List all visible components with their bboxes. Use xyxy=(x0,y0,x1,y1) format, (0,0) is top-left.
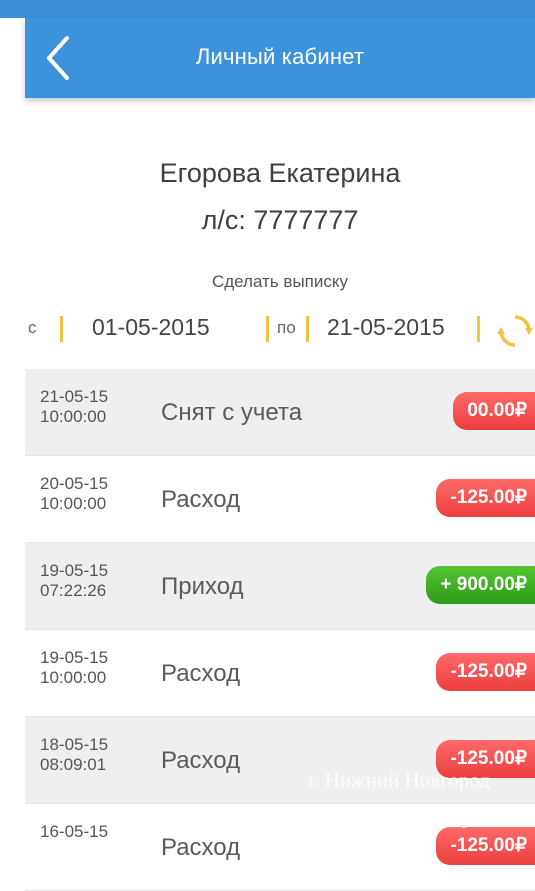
from-label: с xyxy=(28,318,37,337)
city-watermark: г. Нижний Новгород xyxy=(308,768,490,792)
engineering-watermark: инжерен xyxy=(420,808,490,829)
amount-badge: -125.00₽ xyxy=(436,827,535,865)
transaction-datetime: 21-05-15 10:00:00 xyxy=(40,387,108,427)
left-margin xyxy=(0,98,25,843)
divider xyxy=(266,316,269,342)
date-range: с 01-05-2015 по 21-05-2015 xyxy=(0,312,535,350)
refresh-button[interactable] xyxy=(496,312,534,350)
divider xyxy=(60,316,63,342)
transaction-datetime: 19-05-15 07:22:26 xyxy=(40,561,108,601)
account-number: л/с: 7777777 xyxy=(201,205,359,235)
divider xyxy=(477,316,480,342)
to-label: по xyxy=(277,318,296,337)
transaction-description: Снят с учета xyxy=(161,399,303,426)
transaction-time: 07:22:26 xyxy=(40,581,107,600)
status-bar xyxy=(0,0,535,18)
page-title: Личный кабинет xyxy=(195,44,365,69)
transaction-date: 16-05-15 xyxy=(40,822,109,841)
make-statement-button[interactable]: Сделать выписку xyxy=(25,272,535,292)
amount-badge: + 900.00₽ xyxy=(426,566,535,604)
to-date-field[interactable]: 21-05-2015 xyxy=(327,314,445,341)
transaction-date: 19-05-15 xyxy=(40,561,109,580)
transaction-time: 08:09:01 xyxy=(40,755,107,774)
transaction-date: 19-05-15 xyxy=(40,648,109,667)
divider xyxy=(306,316,309,342)
transaction-row[interactable]: 21-05-15 10:00:00 Снят с учета 00.00₽ xyxy=(25,369,535,456)
transaction-datetime: 19-05-15 10:00:00 xyxy=(40,648,108,688)
transaction-row[interactable]: 19-05-15 10:00:00 Расход -125.00₽ xyxy=(25,630,535,717)
transaction-description: Расход xyxy=(161,486,241,513)
transaction-time: 10:00:00 xyxy=(40,494,107,513)
transaction-row[interactable]: 19-05-15 07:22:26 Приход + 900.00₽ xyxy=(25,543,535,630)
transaction-date: 18-05-15 xyxy=(40,735,109,754)
transaction-datetime: 16-05-15 xyxy=(40,822,108,842)
transaction-time: 10:00:00 xyxy=(40,668,107,687)
transaction-time: 10:00:00 xyxy=(40,407,107,426)
transaction-date: 21-05-15 xyxy=(40,387,109,406)
transaction-description: Приход xyxy=(161,573,244,600)
transaction-row[interactable]: 20-05-15 10:00:00 Расход -125.00₽ xyxy=(25,456,535,543)
from-date-field[interactable]: 01-05-2015 xyxy=(92,314,210,341)
user-name: Егорова Екатерина xyxy=(159,158,401,188)
transaction-datetime: 20-05-15 10:00:00 xyxy=(40,474,108,514)
amount-badge: -125.00₽ xyxy=(436,479,535,517)
transaction-description: Расход xyxy=(161,660,241,687)
transaction-description: Расход xyxy=(161,834,241,861)
transaction-date: 20-05-15 xyxy=(40,474,109,493)
amount-badge: -125.00₽ xyxy=(436,653,535,691)
transaction-description: Расход xyxy=(161,747,241,774)
refresh-icon xyxy=(497,315,533,347)
transaction-datetime: 18-05-15 08:09:01 xyxy=(40,735,108,775)
amount-badge: 00.00₽ xyxy=(453,392,535,430)
app-header: Личный кабинет xyxy=(25,18,535,98)
